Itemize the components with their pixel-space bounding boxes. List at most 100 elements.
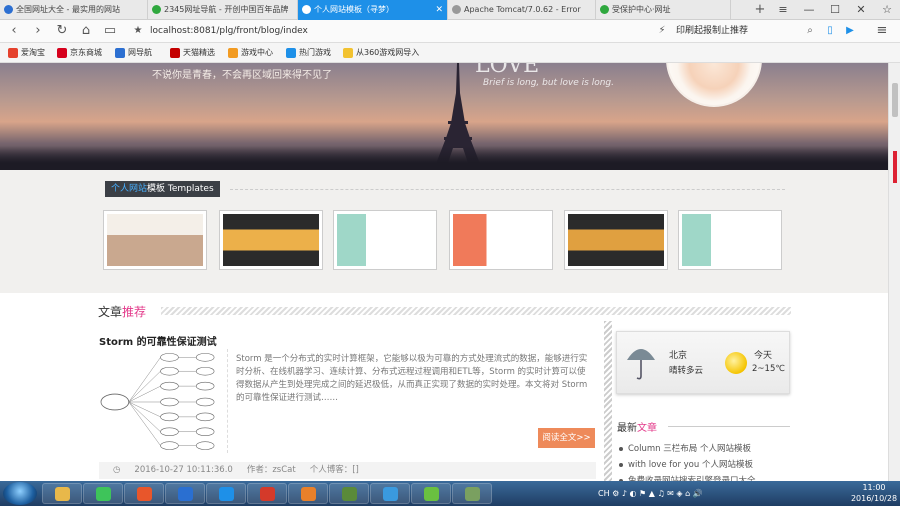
template-thumbnail[interactable] <box>219 210 323 270</box>
app-icon <box>219 487 234 501</box>
city-skyline <box>0 146 888 170</box>
phone-icon[interactable]: ▯ <box>820 22 840 40</box>
template-thumbnail[interactable] <box>678 210 782 270</box>
address-bar[interactable]: localhost:8081/plg/front/blog/index <box>150 23 650 40</box>
folder-icon <box>55 487 70 501</box>
bookmark-item[interactable]: 从360游戏网导入 <box>343 46 419 60</box>
latest-heading: 最新文章 <box>617 419 657 434</box>
taskbar-app[interactable] <box>83 483 123 504</box>
tab-5[interactable]: 受保护中心·网址 <box>596 0 731 20</box>
weather-city: 北京 <box>669 351 688 361</box>
refresh-icon[interactable]: ↻ <box>52 22 72 40</box>
article-title[interactable]: Storm 的可靠性保证测试 <box>99 333 217 348</box>
search-box[interactable]: 印刷起报制止推荐 <box>676 23 796 40</box>
taskbar-app[interactable] <box>165 483 205 504</box>
language-indicator[interactable]: CH <box>598 489 610 498</box>
tab-4[interactable]: Apache Tomcat/7.0.62 - Error <box>448 0 596 20</box>
taskbar-app[interactable] <box>206 483 246 504</box>
taskbar-app[interactable] <box>247 483 287 504</box>
star-icon[interactable]: ★ <box>128 22 148 40</box>
column-divider <box>604 321 612 481</box>
latest-list: Column 三栏布局 个人网站模板 with love for you 个人网… <box>616 441 792 481</box>
list-item[interactable]: with love for you 个人网站模板 <box>616 457 792 473</box>
taskbar-app[interactable] <box>124 483 164 504</box>
weather-day: 今天 <box>754 351 773 361</box>
list-item[interactable]: 免费收录网站搜索引擎登录口大全 <box>616 473 792 481</box>
scrollbar[interactable] <box>888 63 900 481</box>
clock-date: 2016/10/28 <box>850 494 898 503</box>
start-button[interactable] <box>3 482 37 505</box>
template-thumbnail[interactable] <box>449 210 553 270</box>
bookmark-label: 热门游戏 <box>299 48 331 57</box>
taskbar-app[interactable] <box>370 483 410 504</box>
navigation-bar: ‹ › ↻ ⌂ ▭ ★ localhost:8081/plg/front/blo… <box>0 20 900 43</box>
more-icon[interactable]: ≡ <box>872 22 892 40</box>
template-thumbnail[interactable] <box>564 210 668 270</box>
qq-icon <box>178 487 193 501</box>
list-item[interactable]: Column 三栏布局 个人网站模板 <box>616 441 792 457</box>
templates-heading-sub: Templates <box>167 184 214 194</box>
templates-heading-main: 个人网站 <box>111 184 148 194</box>
templates-heading-accent: 模板 <box>147 184 166 194</box>
article-meta: ◷ 2016-10-27 10:11:36.0 作者：zsCat 个人博客：[] <box>99 462 596 479</box>
banner-slogan: 不说你是青春，不会再区域回来得不见了 <box>152 70 332 81</box>
page-viewport: 不说你是青春，不会再区域回来得不见了 LOVE Brief is long, b… <box>0 63 900 481</box>
article-author[interactable]: 作者：zsCat <box>247 465 296 475</box>
bookmark-label: 天猫精选 <box>183 48 215 57</box>
section-heading-main: 文章 <box>98 305 123 319</box>
favorite-icon[interactable]: ☆ <box>874 0 900 20</box>
tab-bar: 全国网址大全 - 最实用的网站 2345网址导航 - 开创中国百年品牌 个人网站… <box>0 0 900 20</box>
clock-icon: ◷ <box>113 465 121 475</box>
bookmark-item[interactable]: 热门游戏 <box>286 46 331 60</box>
clock-time: 11:00 <box>862 483 886 492</box>
taskbar-app[interactable] <box>288 483 328 504</box>
template-thumbnail[interactable] <box>333 210 437 270</box>
tab-label: 个人网站模板（寻梦） <box>314 5 394 14</box>
tab-active[interactable]: 个人网站模板（寻梦） ✕ <box>298 0 448 20</box>
close-window-button[interactable]: ✕ <box>848 0 874 20</box>
close-tab-icon[interactable]: ✕ <box>435 0 443 20</box>
template-thumbnail[interactable] <box>103 210 207 270</box>
bookmark-item[interactable]: 游戏中心 <box>228 46 273 60</box>
tab-label: 全国网址大全 - 最实用的网站 <box>16 5 120 14</box>
taskbar-app[interactable] <box>452 483 492 504</box>
search-icon[interactable]: ⌕ <box>800 22 820 40</box>
bookmark-item[interactable]: 爱淘宝 <box>8 46 45 60</box>
template-preview <box>568 214 664 266</box>
tab-label: 2345网址导航 - 开创中国百年品牌 <box>164 5 289 14</box>
tab-1[interactable]: 全国网址大全 - 最实用的网站 <box>0 0 148 20</box>
taskbar-app[interactable] <box>411 483 451 504</box>
read-more-button[interactable]: 阅读全文>> <box>538 428 595 448</box>
site-icon <box>600 5 609 14</box>
scrollbar-thumb[interactable] <box>892 83 898 117</box>
section-heading-accent: 推荐 <box>122 305 147 319</box>
article-date: 2016-10-27 10:11:36.0 <box>134 465 233 475</box>
bookmark-item[interactable]: 京东商城 <box>57 46 102 60</box>
minimize-button[interactable]: — <box>796 0 822 20</box>
bookmark-item[interactable]: 天猫精选 <box>170 46 215 60</box>
home-icon[interactable]: ⌂ <box>76 22 96 40</box>
latest-heading-accent: 文章 <box>637 423 657 434</box>
tab-label: 受保护中心·网址 <box>612 5 671 14</box>
article-excerpt: Storm 是一个分布式的实时计算框架，它能够以极为可靠的方式处理流式的数据，能… <box>236 354 588 403</box>
play-icon[interactable]: ▶ <box>840 22 860 40</box>
tab-2[interactable]: 2345网址导航 - 开创中国百年品牌 <box>148 0 298 20</box>
forward-icon[interactable]: › <box>28 22 48 40</box>
article-category[interactable]: 个人博客：[] <box>310 465 359 475</box>
site-icon <box>4 5 13 14</box>
back-icon[interactable]: ‹ <box>4 22 24 40</box>
wechat-icon <box>424 487 439 501</box>
taskbar-app[interactable] <box>42 483 82 504</box>
lightning-icon[interactable]: ⚡ <box>652 22 672 40</box>
reading-mode-icon[interactable]: ▭ <box>100 22 120 40</box>
maximize-button[interactable]: ☐ <box>822 0 848 20</box>
bookmarks-bar: 爱淘宝 京东商城 网导航 天猫精选 游戏中心 热门游戏 从360游戏网导入 <box>0 43 900 63</box>
taskbar-app[interactable] <box>329 483 369 504</box>
system-clock[interactable]: 11:00 2016/10/28 <box>850 481 898 506</box>
template-preview <box>107 214 203 266</box>
menu-icon[interactable]: ≡ <box>770 0 796 20</box>
template-preview <box>682 214 778 266</box>
template-preview <box>453 214 549 266</box>
bookmark-item[interactable]: 网导航 <box>115 46 152 60</box>
firefox-icon <box>137 487 152 501</box>
